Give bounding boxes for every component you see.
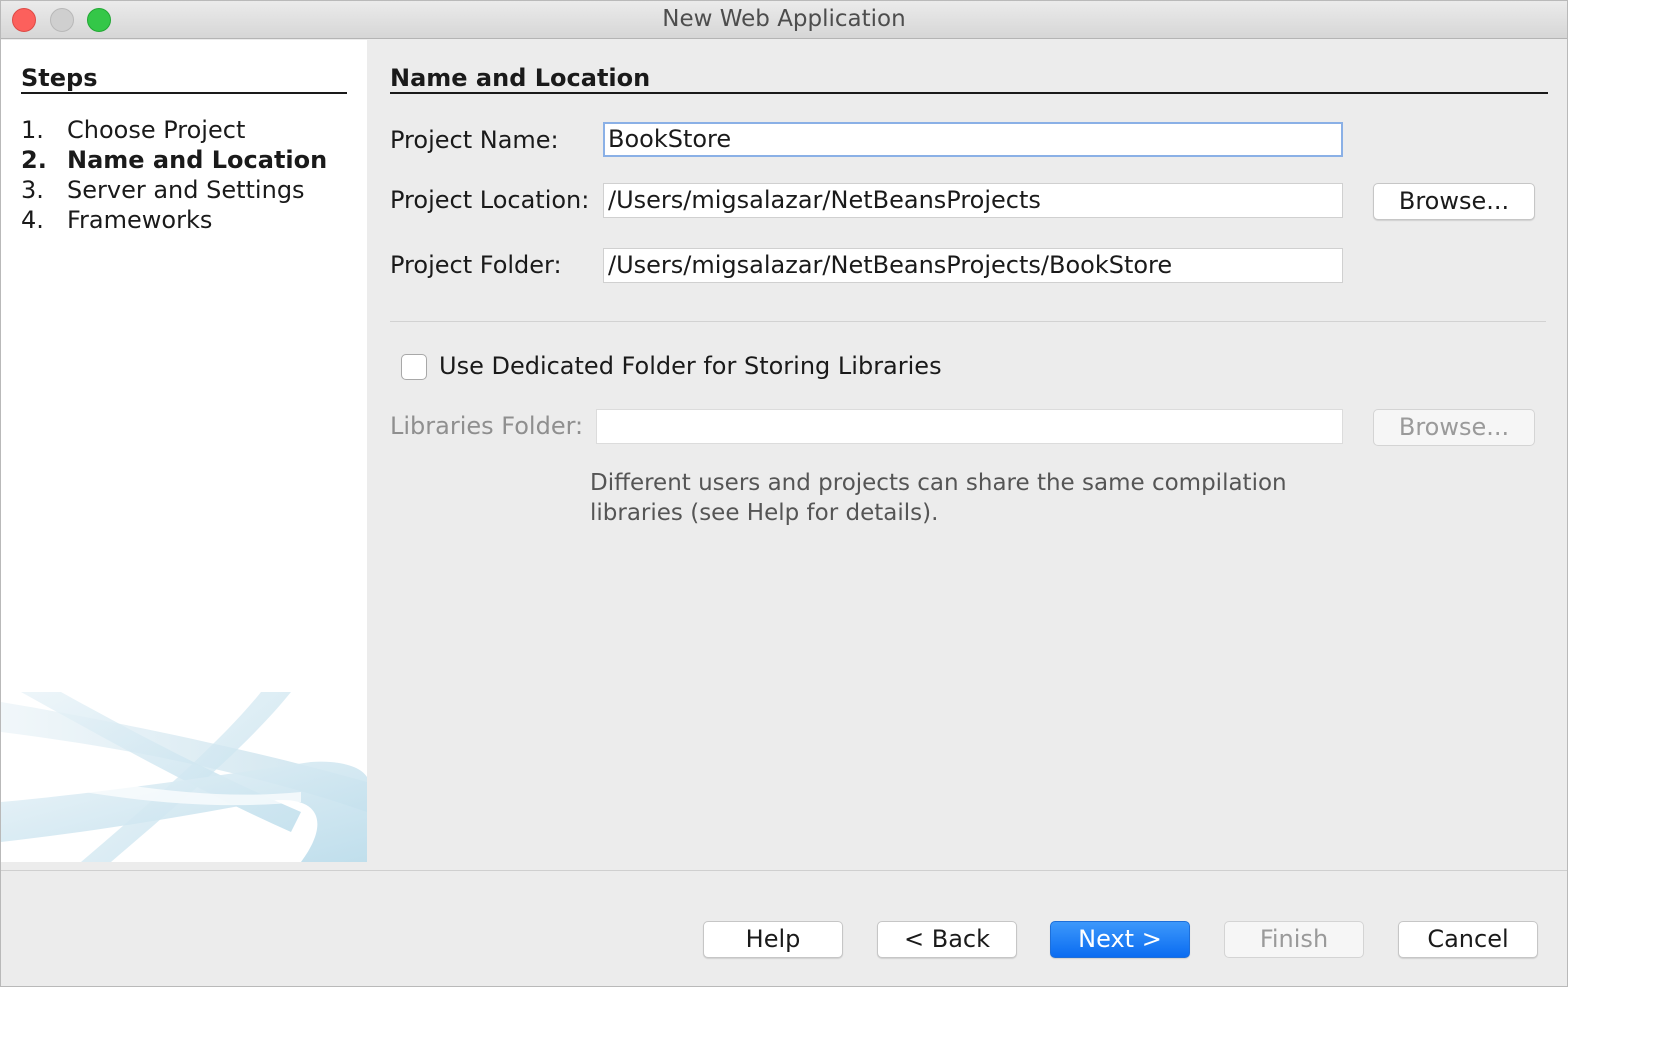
- step-label: Server and Settings: [67, 176, 305, 204]
- project-location-browse-button[interactable]: Browse...: [1373, 183, 1535, 220]
- project-location-input[interactable]: /Users/migsalazar/NetBeansProjects: [603, 183, 1343, 218]
- libraries-help-text: Different users and projects can share t…: [590, 470, 1287, 526]
- step-label: Name and Location: [67, 146, 328, 174]
- step-item-name-and-location: 2. Name and Location: [21, 145, 327, 175]
- libraries-folder-browse-button[interactable]: Browse...: [1373, 409, 1535, 446]
- dedicated-folder-label[interactable]: Use Dedicated Folder for Storing Librari…: [439, 352, 942, 380]
- section-divider: [390, 92, 1548, 94]
- step-item-choose-project: 1. Choose Project: [21, 115, 327, 145]
- section-separator: [390, 321, 1546, 322]
- steps-list: 1. Choose Project 2. Name and Location 3. S…: [21, 115, 327, 235]
- step-item-server-and-settings: 3. Server and Settings: [21, 175, 327, 205]
- project-name-label: Project Name:: [390, 126, 559, 154]
- window-title: New Web Application: [662, 6, 906, 32]
- dedicated-folder-checkbox[interactable]: [401, 354, 427, 380]
- project-location-label: Project Location:: [390, 186, 590, 214]
- next-button[interactable]: Next >: [1050, 921, 1190, 958]
- libraries-folder-label: Libraries Folder:: [390, 412, 584, 440]
- project-folder-field[interactable]: /Users/migsalazar/NetBeansProjects/BookS…: [603, 248, 1343, 283]
- steps-divider: [21, 92, 347, 94]
- back-button[interactable]: < Back: [877, 921, 1017, 958]
- step-number: 3.: [21, 176, 44, 204]
- netbeans-swoosh-decoration: [1, 692, 367, 862]
- help-button[interactable]: Help: [703, 921, 843, 958]
- project-name-input[interactable]: BookStore: [603, 122, 1343, 157]
- main-panel: Name and Location Project Name: BookStor…: [368, 40, 1567, 870]
- dialog-window: New Web Application Steps 1. Choose Proje…: [0, 0, 1568, 987]
- footer-separator: [1, 870, 1567, 871]
- finish-button[interactable]: Finish: [1224, 921, 1364, 958]
- libraries-folder-input[interactable]: [596, 409, 1343, 444]
- project-folder-label: Project Folder:: [390, 251, 562, 279]
- step-number: 1.: [21, 116, 44, 144]
- title-bar[interactable]: New Web Application: [1, 1, 1567, 39]
- steps-heading: Steps: [21, 64, 98, 92]
- step-number: 4.: [21, 206, 44, 234]
- step-number: 2.: [21, 146, 47, 174]
- step-label: Choose Project: [67, 116, 246, 144]
- steps-sidebar: Steps 1. Choose Project 2. Name and Locati…: [1, 40, 367, 862]
- step-item-frameworks: 4. Frameworks: [21, 205, 327, 235]
- step-label: Frameworks: [67, 206, 213, 234]
- cancel-button[interactable]: Cancel: [1398, 921, 1538, 958]
- section-title: Name and Location: [390, 64, 651, 92]
